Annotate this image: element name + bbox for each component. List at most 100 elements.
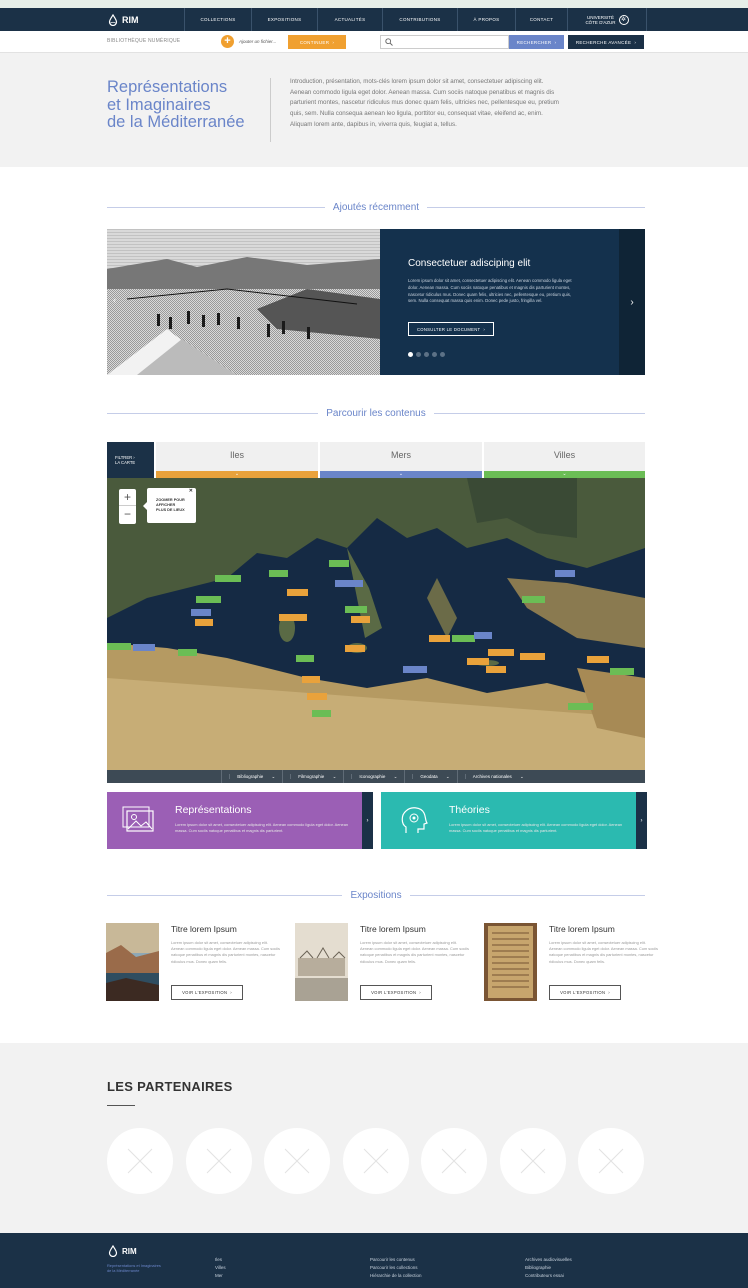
university-logo[interactable]: UNIVERSITÉ CÔTE D'AZUR ✲ <box>567 8 647 31</box>
filter-map-button[interactable]: FILTRER › LA CARTE <box>107 442 154 478</box>
close-icon[interactable]: ✕ <box>189 489 193 494</box>
map-marker[interactable] <box>296 655 314 662</box>
exposition-thumbnail-city[interactable] <box>295 923 348 1001</box>
map-marker[interactable] <box>269 570 288 577</box>
filter-line2: LA CARTE <box>115 460 136 465</box>
search-button[interactable]: RECHERCHER › <box>509 35 564 49</box>
map-marker[interactable] <box>467 658 489 665</box>
map-marker[interactable] <box>215 575 241 582</box>
partner-logo-placeholder[interactable] <box>578 1128 644 1194</box>
map-marker[interactable] <box>587 656 609 663</box>
nav-item-actualites[interactable]: ACTUALITÉS <box>317 8 382 31</box>
slide-engraving-image: ‹ <box>107 229 380 375</box>
map-marker[interactable] <box>279 614 307 621</box>
carousel-next-button[interactable]: › <box>619 229 645 375</box>
add-file-plus-icon[interactable]: + <box>221 35 234 48</box>
map-filter-geodata[interactable]: Geodata ⌄ <box>404 770 456 783</box>
nav-item-collections[interactable]: COLLECTIONS <box>184 8 251 31</box>
advanced-search-button[interactable]: RECHERCHE AVANCÉE › <box>568 35 644 49</box>
map-marker[interactable] <box>178 649 197 656</box>
nav-item-a-propos[interactable]: À PROPOS <box>457 8 515 31</box>
map-marker[interactable] <box>452 635 475 642</box>
partner-logo-placeholder[interactable] <box>342 1128 409 1194</box>
map-marker[interactable] <box>107 643 131 650</box>
map-marker[interactable] <box>307 693 327 700</box>
footer-link[interactable]: Mer <box>215 1272 226 1280</box>
map-marker[interactable] <box>429 635 450 642</box>
map-filter-bibliographie[interactable]: Bibliographie ⌄ <box>221 770 282 783</box>
carousel-prev-icon[interactable]: ‹ <box>113 295 116 305</box>
map-marker[interactable] <box>351 616 370 623</box>
view-exposition-button[interactable]: VOIR L'EXPOSITION › <box>360 985 432 1000</box>
partner-logo-placeholder[interactable] <box>264 1128 330 1194</box>
carousel-dot[interactable] <box>440 352 445 357</box>
map-filter-filmographie[interactable]: Filmographie ⌄ <box>282 770 343 783</box>
carousel-dot[interactable] <box>408 352 413 357</box>
map-marker[interactable] <box>302 676 320 683</box>
exposition-card: Titre lorem Ipsum Lorem ipsum dolor sit … <box>106 923 286 1003</box>
map-marker[interactable] <box>191 609 211 616</box>
partners-section: LES PARTENAIRES <box>0 1043 748 1233</box>
map-marker[interactable] <box>133 644 155 651</box>
representations-arrow-button[interactable]: › <box>362 792 373 849</box>
map-marker[interactable] <box>474 632 492 639</box>
theories-card[interactable]: Théories Lorem ipsum dolor sit amet, con… <box>381 792 647 849</box>
representations-card[interactable]: Représentations Lorem ipsum dolor sit am… <box>107 792 373 849</box>
carousel-dot[interactable] <box>424 352 429 357</box>
map-filter-archives[interactable]: Archives nationales ⌄ <box>456 770 531 783</box>
nav-item-contributions[interactable]: CONTRIBUTIONS <box>382 8 457 31</box>
map-marker[interactable] <box>568 703 593 710</box>
map-marker[interactable] <box>610 668 634 675</box>
footer-logo[interactable]: RIM <box>107 1245 137 1257</box>
map-marker[interactable] <box>486 666 506 673</box>
partner-logo-placeholder[interactable] <box>107 1128 173 1194</box>
expositions-section-header: Expositions <box>107 890 646 901</box>
footer-link[interactable]: Parcourir les collections <box>370 1264 422 1272</box>
map-marker[interactable] <box>555 570 575 577</box>
footer-link[interactable]: Hiérarchie de la collection <box>370 1272 422 1280</box>
continue-button[interactable]: CONTINUER › <box>288 35 346 49</box>
map-marker[interactable] <box>488 649 514 656</box>
map-marker[interactable] <box>403 666 427 673</box>
nav-item-expositions[interactable]: EXPOSITIONS <box>251 8 317 31</box>
footer-link[interactable]: Archives audiovisuelles <box>525 1256 572 1264</box>
map-marker[interactable] <box>329 560 349 567</box>
add-file-link[interactable]: Ajouter un fichier... <box>239 39 276 44</box>
footer-link[interactable]: Contributeurs essai <box>525 1272 572 1280</box>
map-marker[interactable] <box>345 606 367 613</box>
site-logo[interactable]: RIM <box>0 13 184 26</box>
carousel-dot[interactable] <box>432 352 437 357</box>
map-marker[interactable] <box>520 653 545 660</box>
theories-arrow-button[interactable]: › <box>636 792 647 849</box>
partner-logo-placeholder[interactable] <box>499 1128 566 1194</box>
mediterranean-map[interactable]: + − ✕ ZOOMER POUR AFFICHER PLUS DE LIEUX… <box>107 478 645 783</box>
carousel-dot[interactable] <box>416 352 421 357</box>
map-marker[interactable] <box>195 619 213 626</box>
footer-link[interactable]: Parcourir les contenus <box>370 1256 422 1264</box>
view-exposition-button[interactable]: VOIR L'EXPOSITION › <box>549 985 621 1000</box>
view-document-button[interactable]: CONSULTER LE DOCUMENT › <box>408 322 494 336</box>
footer-link[interactable]: Iles <box>215 1256 226 1264</box>
view-exposition-button[interactable]: VOIR L'EXPOSITION › <box>171 985 243 1000</box>
map-marker[interactable] <box>312 710 331 717</box>
partner-logo-placeholder[interactable] <box>421 1128 487 1194</box>
map-marker[interactable] <box>345 645 365 652</box>
footer-link[interactable]: Villes <box>215 1264 226 1272</box>
nav-item-contact[interactable]: CONTACT <box>515 8 567 31</box>
tab-iles[interactable]: Iles ⌄ <box>155 442 318 478</box>
map-marker[interactable] <box>335 580 363 587</box>
tab-villes[interactable]: Villes ⌄ <box>483 442 645 478</box>
footer-link[interactable]: Bibliographie <box>525 1264 572 1272</box>
zoom-out-button[interactable]: − <box>119 506 136 523</box>
map-marker[interactable] <box>522 596 545 603</box>
exposition-thumbnail-manuscript[interactable] <box>484 923 537 1001</box>
partner-logo-placeholder[interactable] <box>185 1128 252 1194</box>
map-marker[interactable] <box>287 589 308 596</box>
search-input[interactable] <box>380 35 509 49</box>
map-filter-iconographie[interactable]: Iconographie ⌄ <box>343 770 404 783</box>
map-filter-archives-label: Archives nationales <box>464 774 519 779</box>
map-marker[interactable] <box>196 596 221 603</box>
tab-mers[interactable]: Mers ⌄ <box>319 442 482 478</box>
exposition-thumbnail-landscape[interactable] <box>106 923 159 1001</box>
zoom-in-button[interactable]: + <box>119 489 136 506</box>
